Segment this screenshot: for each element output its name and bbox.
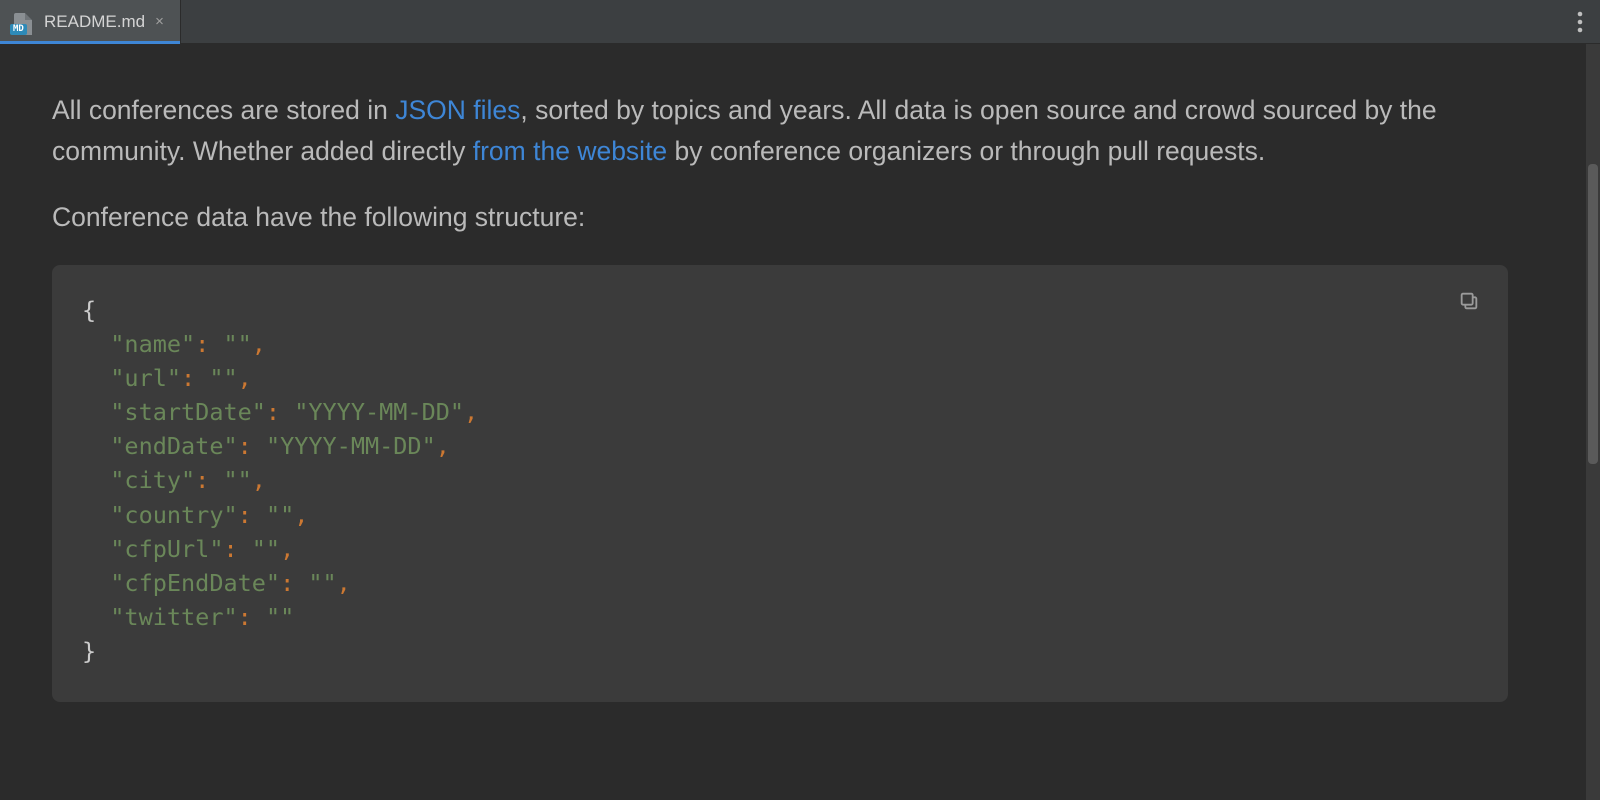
code-line: "country": "", (82, 498, 1478, 532)
code-content: {"name": "","url": "","startDate": "YYYY… (82, 293, 1478, 668)
tab-bar: MD README.md × (0, 0, 1600, 44)
json-files-link[interactable]: JSON files (395, 95, 520, 125)
code-line: "cfpUrl": "", (82, 532, 1478, 566)
scrollbar-thumb[interactable] (1588, 164, 1598, 464)
code-block: {"name": "","url": "","startDate": "YYYY… (52, 265, 1508, 702)
code-line: "twitter": "" (82, 600, 1478, 634)
from-website-link[interactable]: from the website (473, 136, 667, 166)
text: by conference organizers or through pull… (667, 136, 1265, 166)
tab-title: README.md (44, 12, 145, 32)
code-line: "city": "", (82, 463, 1478, 497)
text: All conferences are stored in (52, 95, 395, 125)
vertical-scrollbar[interactable] (1586, 44, 1600, 800)
code-line: { (82, 293, 1478, 327)
markdown-preview: All conferences are stored in JSON files… (0, 44, 1586, 742)
markdown-file-icon: MD (10, 9, 36, 35)
copy-icon[interactable] (1458, 287, 1484, 313)
code-line: "endDate": "YYYY-MM-DD", (82, 429, 1478, 463)
code-line: "startDate": "YYYY-MM-DD", (82, 395, 1478, 429)
code-line: "name": "", (82, 327, 1478, 361)
code-line: "cfpEndDate": "", (82, 566, 1478, 600)
structure-heading: Conference data have the following struc… (52, 202, 1534, 233)
tab-readme[interactable]: MD README.md × (0, 0, 181, 43)
intro-paragraph: All conferences are stored in JSON files… (52, 90, 1534, 172)
close-icon[interactable]: × (153, 12, 166, 31)
more-options-button[interactable] (1560, 0, 1600, 43)
code-line: } (82, 634, 1478, 668)
code-line: "url": "", (82, 361, 1478, 395)
